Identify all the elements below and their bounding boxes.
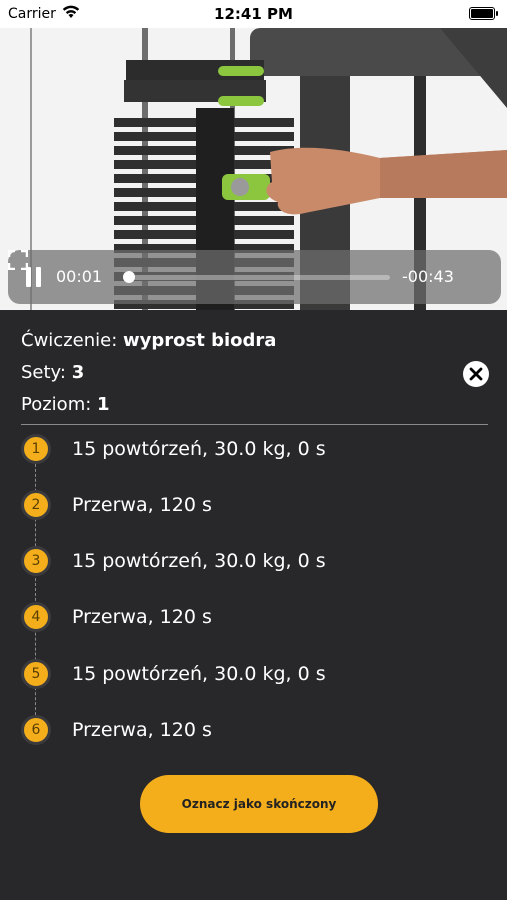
step-text: 15 powtórzeń, 30.0 kg, 0 s [72, 663, 326, 685]
exercise-video[interactable]: 00:01 -00:43 [0, 28, 507, 310]
step-number-badge: 4 [21, 602, 51, 632]
remaining-time: -00:43 [402, 267, 454, 286]
status-bar: Carrier 12:41 PM [0, 0, 507, 28]
fullscreen-icon[interactable] [8, 250, 28, 270]
step-text: Przerwa, 120 s [72, 606, 212, 628]
video-progress-thumb[interactable] [123, 271, 136, 283]
divider [21, 424, 488, 425]
step-number-badge: 6 [21, 715, 51, 745]
step-item: 5 15 powtórzeń, 30.0 kg, 0 s [0, 654, 507, 694]
elapsed-time: 00:01 [56, 267, 103, 286]
mark-as-done-button[interactable]: Oznacz jako skończony [140, 775, 378, 833]
level-label: Poziom: [21, 394, 92, 415]
exercise-name-value: wyprost biodra [123, 330, 277, 351]
step-item: 6 Przerwa, 120 s [0, 710, 507, 750]
step-number-badge: 2 [21, 490, 51, 520]
step-text: Przerwa, 120 s [72, 494, 212, 516]
step-text: 15 powtórzeń, 30.0 kg, 0 s [72, 438, 326, 460]
step-number-badge: 3 [21, 546, 51, 576]
close-icon [469, 367, 483, 381]
step-number-badge: 5 [21, 659, 51, 689]
clock: 12:41 PM [214, 5, 293, 23]
step-item: 3 15 powtórzeń, 30.0 kg, 0 s [0, 541, 507, 581]
exercise-sets: Sety: 3 [21, 362, 84, 383]
step-text: Przerwa, 120 s [72, 719, 212, 741]
battery-level [471, 9, 493, 18]
exercise-level: Poziom: 1 [21, 394, 110, 415]
step-number-badge: 1 [21, 434, 51, 464]
step-item: 4 Przerwa, 120 s [0, 597, 507, 637]
exercise-name-label: Ćwiczenie: [21, 330, 118, 351]
step-item: 1 15 powtórzeń, 30.0 kg, 0 s [0, 429, 507, 469]
exercise-name: Ćwiczenie: wyprost biodra [21, 330, 276, 351]
pause-icon[interactable] [26, 267, 42, 287]
battery-icon [469, 7, 498, 20]
step-text: 15 powtórzeń, 30.0 kg, 0 s [72, 550, 326, 572]
sets-value: 3 [71, 362, 85, 383]
step-item: 2 Przerwa, 120 s [0, 485, 507, 525]
sets-label: Sety: [21, 362, 66, 383]
video-progress-track[interactable] [123, 271, 390, 283]
video-controls: 00:01 -00:43 [8, 250, 501, 304]
level-value: 1 [97, 394, 110, 415]
close-button[interactable] [463, 361, 489, 387]
